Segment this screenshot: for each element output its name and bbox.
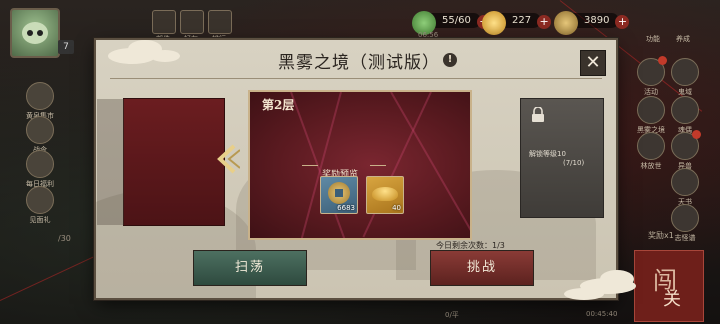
chuangguan-button[interactable]: 闯 关 — [634, 250, 704, 322]
player-level: 7 — [58, 40, 74, 54]
gold-ingot-icon — [372, 187, 398, 201]
right-menu-label: 林放世 — [640, 162, 662, 170]
stamina-timer: 06:56 — [418, 31, 439, 39]
mask-icon — [671, 96, 699, 124]
dialog-title: 黑雾之境（测试版） — [278, 53, 440, 73]
notification-dot — [692, 130, 701, 139]
event-icon — [637, 56, 667, 86]
battle-icon — [26, 116, 54, 144]
book-icon — [671, 168, 699, 196]
cloud-puff — [564, 288, 604, 300]
bottom-time: 00:45:40 — [586, 310, 618, 318]
right-menu-tree[interactable]: 林放世 — [634, 132, 668, 171]
bottom-status: 0/平 — [445, 311, 459, 319]
stamina-resource[interactable]: 55/60+ — [412, 9, 491, 35]
rank-icon[interactable] — [208, 10, 232, 34]
reward-coin-item[interactable]: 6683 — [320, 176, 358, 214]
reward-title-deco — [370, 165, 386, 166]
gold-ingot-icon — [482, 10, 506, 35]
floor-label: 第2层 — [262, 98, 295, 112]
left-menu-gift[interactable]: 见面礼 — [22, 186, 58, 225]
world-icon — [26, 82, 54, 110]
right-menu-realm[interactable]: 黑雾之境 — [634, 96, 668, 135]
tree-icon — [637, 132, 665, 160]
left-menu-label: 见面礼 — [29, 216, 51, 224]
right-menu-ghost[interactable]: 鬼域 — [668, 58, 702, 97]
coin-icon — [328, 182, 350, 204]
title-divider — [110, 78, 602, 79]
previous-floor-card[interactable] — [97, 98, 225, 226]
reward-count: 40 — [392, 204, 401, 212]
scroll-icon — [671, 204, 699, 232]
stamina-value: 55/60 — [442, 14, 471, 26]
friends-icon[interactable] — [180, 10, 204, 34]
ghost-icon — [671, 58, 699, 86]
reward-gold-item[interactable]: 40 — [366, 176, 404, 214]
challenge-button[interactable]: 挑战 — [430, 250, 534, 286]
right-menu-event[interactable]: 活动 — [634, 56, 668, 97]
chat-reward-label[interactable]: 奖励x1 — [648, 230, 674, 241]
avatar-face — [22, 22, 48, 44]
cloud-puff — [600, 270, 634, 288]
info-icon[interactable]: ! — [443, 53, 457, 67]
page-indicator: /30 — [58, 234, 71, 243]
card-frame — [97, 99, 124, 225]
unlock-requirement: 解锁等级10 — [529, 150, 566, 158]
right-menu-spirit[interactable]: 异兽 — [668, 130, 702, 171]
right-tab-growth[interactable]: 养成 — [676, 32, 690, 46]
coin-icon — [554, 10, 578, 35]
mail-icon[interactable] — [152, 10, 176, 34]
current-floor-card[interactable]: 第2层 — [248, 90, 472, 240]
add-coin-button[interactable]: + — [615, 14, 630, 29]
avatar-eye — [27, 30, 33, 36]
chevron-left-icon[interactable] — [214, 144, 240, 174]
spirit-icon — [671, 130, 701, 160]
coin-hole — [335, 189, 343, 197]
welfare-icon — [26, 150, 54, 178]
notification-dot — [658, 56, 667, 65]
add-gold-button[interactable]: + — [537, 14, 552, 29]
reward-title-deco — [302, 165, 318, 166]
gift-icon — [26, 186, 54, 214]
player-avatar[interactable] — [10, 8, 60, 58]
fog-texture — [250, 92, 470, 238]
unlock-progress: (7/10) — [563, 159, 585, 167]
lock-icon — [532, 107, 544, 122]
right-menu-book[interactable]: 天书 — [668, 168, 702, 207]
locked-floor-card[interactable]: 解锁等级10 (7/10) — [520, 98, 604, 218]
coin-resource[interactable]: 3890 + — [554, 9, 630, 35]
sweep-button[interactable]: 扫荡 — [193, 250, 307, 286]
gold-ingot-value: 227 — [512, 14, 532, 26]
black-fog-realm-dialog: 黑雾之境（测试版） ! ✕ 第2层 奖励预览 6683 40 解锁等级10 (7… — [96, 40, 616, 298]
reward-count: 6683 — [337, 204, 355, 212]
fog-stripe — [290, 92, 347, 238]
close-button[interactable]: ✕ — [580, 50, 606, 76]
realm-icon — [637, 96, 665, 124]
right-tab-function[interactable]: 功能 — [646, 32, 660, 46]
gold-ingot-resource[interactable]: 227 + — [482, 9, 552, 35]
coin-value: 3890 — [584, 14, 610, 26]
chuangguan-text: 关 — [663, 289, 681, 310]
left-menu-welfare[interactable]: 每日福利 — [22, 150, 58, 189]
avatar-eye — [37, 30, 43, 36]
cloud-puff — [150, 50, 180, 62]
